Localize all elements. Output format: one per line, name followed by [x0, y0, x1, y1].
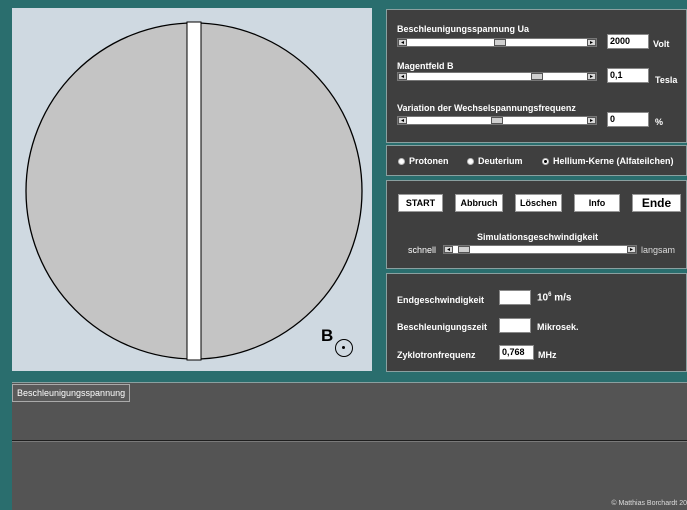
- field-slider[interactable]: ◂ ▸: [397, 72, 597, 81]
- frequency-label: Variation der Wechselspannungsfrequenz: [397, 103, 576, 113]
- unit-exponent: 6: [548, 292, 552, 298]
- voltage-slider-thumb[interactable]: [494, 39, 507, 46]
- voltage-label: Beschleunigungsspannung Ua: [397, 24, 530, 34]
- field-slider-thumb[interactable]: [531, 73, 544, 80]
- arrow-left-icon[interactable]: ◂: [444, 246, 453, 253]
- results-panel: Endgeschwindigkeit 106 m/s Beschleunigun…: [386, 273, 687, 372]
- parameters-panel: Beschleunigungsspannung Ua ◂ ▸ 2000 Volt…: [386, 9, 687, 143]
- copyright-text: © Matthias Borchardt 20: [611, 500, 687, 507]
- radio-dot-icon[interactable]: [467, 157, 474, 165]
- arrow-left-icon[interactable]: ◂: [398, 39, 407, 46]
- end-velocity-unit: 106 m/s: [537, 292, 571, 303]
- scope-tab[interactable]: Beschleunigungsspannung: [12, 384, 131, 402]
- radio-label: Hellium-Kerne (Alfateilchen): [553, 156, 674, 166]
- frequency-slider-thumb[interactable]: [491, 117, 503, 124]
- voltage-slider[interactable]: ◂ ▸: [397, 38, 597, 47]
- radio-helium[interactable]: Hellium-Kerne (Alfateilchen): [542, 156, 674, 166]
- field-unit: Tesla: [655, 75, 678, 85]
- speed-slider[interactable]: ◂ ▸: [443, 245, 637, 254]
- field-label: Magentfeld B: [397, 61, 454, 71]
- controls-panel: START Abbruch Löschen Info Ende Simulati…: [386, 180, 687, 269]
- arrow-right-icon[interactable]: ▸: [587, 117, 596, 124]
- voltage-unit: Volt: [653, 39, 670, 49]
- cyclotron-view: B: [12, 8, 372, 371]
- arrow-right-icon[interactable]: ▸: [587, 39, 596, 46]
- radio-dot-icon[interactable]: [398, 157, 405, 165]
- start-button[interactable]: START: [398, 194, 443, 212]
- cyclotron-drawing: [25, 21, 363, 361]
- info-button[interactable]: Info: [574, 194, 620, 212]
- radio-deuterium[interactable]: Deuterium: [467, 156, 523, 166]
- arrow-right-icon[interactable]: ▸: [627, 246, 636, 253]
- frequency-unit: %: [655, 117, 664, 127]
- abort-button[interactable]: Abbruch: [455, 194, 503, 212]
- end-velocity-field: [499, 290, 531, 305]
- dee-gap: [186, 21, 202, 361]
- radio-protons[interactable]: Protonen: [398, 156, 449, 166]
- speed-label: Simulationsgeschwindigkeit: [477, 232, 599, 242]
- end-button[interactable]: Ende: [632, 194, 681, 212]
- accel-time-label: Beschleunigungszeit: [397, 322, 488, 332]
- speed-slider-thumb[interactable]: [457, 246, 470, 253]
- frequency-slider[interactable]: ◂ ▸: [397, 116, 597, 125]
- unit-tail: m/s: [554, 292, 572, 304]
- radio-label: Deuterium: [478, 156, 523, 166]
- arrow-left-icon[interactable]: ◂: [398, 117, 407, 124]
- scope-divider: [12, 441, 687, 442]
- cyclotron-freq-field: 0,768: [499, 345, 534, 360]
- speed-fast-label: schnell: [408, 245, 437, 255]
- speed-slow-label: langsam: [641, 245, 676, 255]
- field-input[interactable]: 0,1: [607, 68, 649, 83]
- cyclotron-freq-label: Zyklotronfrequenz: [397, 350, 476, 360]
- accel-time-field: [499, 318, 531, 333]
- voltage-input[interactable]: 2000: [607, 34, 649, 49]
- arrow-right-icon[interactable]: ▸: [587, 73, 596, 80]
- unit-base: 10: [537, 292, 549, 304]
- radio-dot-icon[interactable]: [542, 157, 549, 165]
- radio-label: Protonen: [409, 156, 449, 166]
- accel-time-unit: Mikrosek.: [537, 322, 579, 332]
- particle-selector: Protonen Deuterium Hellium-Kerne (Alfate…: [386, 145, 687, 176]
- clear-button[interactable]: Löschen: [515, 194, 562, 212]
- magnetic-field-label: B: [321, 326, 334, 345]
- cyclotron-freq-unit: MHz: [538, 350, 557, 360]
- field-out-of-page-icon: [335, 339, 353, 357]
- end-velocity-label: Endgeschwindigkeit: [397, 295, 485, 305]
- frequency-input[interactable]: 0: [607, 112, 649, 127]
- arrow-left-icon[interactable]: ◂: [398, 73, 407, 80]
